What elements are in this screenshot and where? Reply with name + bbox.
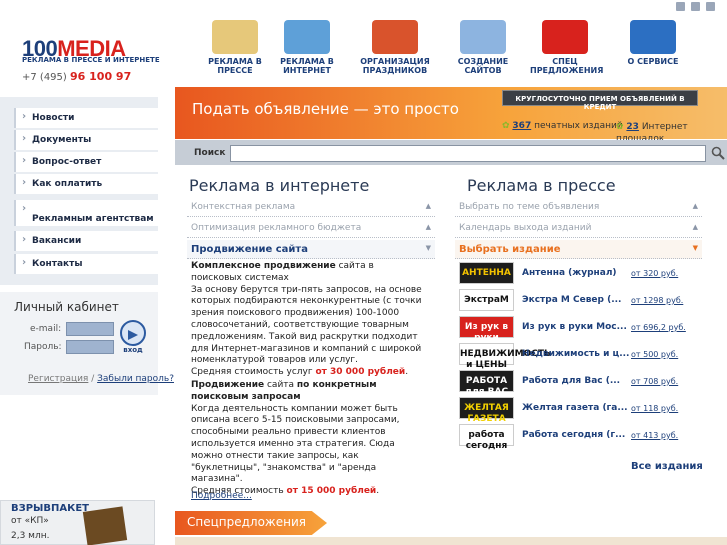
nav-item-5[interactable]: О СЕРВИСЕ xyxy=(618,20,688,66)
press-tab-2[interactable]: Выбрать издание xyxy=(455,240,702,259)
print-stat[interactable]: ✿ 367 печатных изданий xyxy=(502,121,623,131)
sidebar-item-0[interactable]: Новости xyxy=(14,108,158,128)
banner-title: ВЗРЫВПАКЕТ xyxy=(11,503,89,514)
promo-title: Подать объявление — это просто xyxy=(192,100,459,118)
publication-price[interactable]: от 413 руб. xyxy=(631,431,678,440)
nav-item-1[interactable]: РЕКЛАМА В ИНТЕРНЕТ xyxy=(272,20,342,75)
credit-button[interactable]: КРУГЛОСУТОЧНО ПРИЕМ ОБЪЯВЛЕНИЙ В КРЕДИТ xyxy=(502,90,698,111)
nav-item-3[interactable]: СОЗДАНИЕ САЙТОВ xyxy=(448,20,518,75)
search-label: Поиск xyxy=(194,148,226,158)
search-input[interactable] xyxy=(230,145,706,162)
publication-price[interactable]: от 1298 руб. xyxy=(631,296,683,305)
internet-text-2: Продвижение сайта по конкретным поисковы… xyxy=(191,380,400,497)
sidebar-item-2[interactable]: Вопрос-ответ xyxy=(14,152,158,172)
flower-icon: ✿ xyxy=(616,122,624,132)
home-icon[interactable] xyxy=(676,2,685,11)
info-icon xyxy=(630,20,676,54)
top-utility-icons xyxy=(676,2,715,11)
nav-item-0[interactable]: РЕКЛАМА В ПРЕССЕ xyxy=(200,20,270,75)
publication-name[interactable]: Недвижимость и ц... xyxy=(522,349,629,359)
nav-label: РЕКЛАМА В ПРЕССЕ xyxy=(208,57,262,75)
search-icon[interactable] xyxy=(711,146,725,160)
special-offers-strip xyxy=(175,537,727,545)
globe-icon xyxy=(284,20,330,54)
nav-label: РЕКЛАМА В ИНТЕРНЕТ xyxy=(280,57,334,75)
internet-text-1: Комплексное продвижение сайта в поисковы… xyxy=(191,261,422,378)
login-title: Личный кабинет xyxy=(14,300,119,314)
internet-tab-2[interactable]: Продвижение сайта xyxy=(187,240,435,259)
login-button[interactable]: вход xyxy=(119,320,147,356)
publication-name[interactable]: Экстра М Север (... xyxy=(522,295,621,305)
nav-label: СОЗДАНИЕ САЙТОВ xyxy=(457,57,509,75)
forgot-link[interactable]: Забыли пароль? xyxy=(97,374,174,384)
press-title: Реклама в прессе xyxy=(467,176,616,195)
sidebar-item-4[interactable]: Рекламным агентствам xyxy=(14,200,158,226)
password-label: Пароль: xyxy=(24,342,62,352)
internet-tab-1[interactable]: Оптимизация рекламного бюджета xyxy=(187,219,435,238)
email-field[interactable] xyxy=(66,322,114,336)
register-link[interactable]: Регистрация xyxy=(28,374,88,384)
press-tab-1[interactable]: Календарь выхода изданий xyxy=(455,219,702,238)
sidebar-item-1[interactable]: Документы xyxy=(14,130,158,150)
nav-item-4[interactable]: СПЕЦ ПРЕДЛОЖЕНИЯ xyxy=(530,20,604,75)
sidebar-item-3[interactable]: Как оплатить xyxy=(14,174,158,194)
publication-price[interactable]: от 500 руб. xyxy=(631,350,678,359)
sidebar-item-6[interactable]: Контакты xyxy=(14,254,158,274)
publication-logo[interactable]: РАБОТА для ВАС xyxy=(459,370,514,397)
publication-logo[interactable]: ЭкстраМ xyxy=(459,289,514,311)
sidebar-item-5[interactable]: Вакансии xyxy=(14,231,158,251)
gift-icon xyxy=(542,20,588,54)
nav-item-2[interactable]: ОРГАНИЗАЦИЯ ПРАЗДНИКОВ xyxy=(360,20,430,75)
publication-price[interactable]: от 320 руб. xyxy=(631,269,678,278)
all-publications-link[interactable]: Все издания xyxy=(631,461,703,472)
nav-label: СПЕЦ ПРЕДЛОЖЕНИЯ xyxy=(530,57,604,75)
enter-arrow-icon xyxy=(120,320,146,346)
ad-banner[interactable]: ВЗРЫВПАКЕТ от «КП» 2,3 млн. xyxy=(0,500,155,545)
banner-subtitle: от «КП» xyxy=(11,516,49,526)
publication-name[interactable]: Работа сегодня (г... xyxy=(522,430,625,440)
register-links: Регистрация / Забыли пароль? xyxy=(28,374,174,384)
publication-logo[interactable]: Из рук в руки xyxy=(459,316,514,343)
press-tab-0[interactable]: Выбрать по теме объявления xyxy=(455,198,702,217)
special-offers-tab[interactable]: Спецпредложения xyxy=(175,511,327,535)
password-field[interactable] xyxy=(66,340,114,354)
publication-logo[interactable]: работа сегодня xyxy=(459,424,514,451)
publication-price[interactable]: от 696,2 руб. xyxy=(631,323,686,332)
publication-name[interactable]: Антенна (журнал) xyxy=(522,268,617,278)
internet-tab-0[interactable]: Контекстная реклама xyxy=(187,198,435,217)
nav-label: О СЕРВИСЕ xyxy=(627,57,679,66)
sitemap-icon[interactable] xyxy=(706,2,715,11)
package-icon xyxy=(82,506,128,545)
page: 100MEDIA РЕКЛАМА В ПРЕССЕ И ИНТЕРНЕТЕ +7… xyxy=(0,0,727,545)
more-link[interactable]: Подробнее... xyxy=(191,491,252,501)
email-label: e-mail: xyxy=(30,324,62,334)
publication-name[interactable]: Из рук в руки Мос... xyxy=(522,322,627,332)
banner-count: 2,3 млн. xyxy=(11,531,50,541)
fireworks-icon xyxy=(372,20,418,54)
publication-name[interactable]: Работа для Вас (... xyxy=(522,376,620,386)
internet-title: Реклама в интернете xyxy=(189,176,370,195)
publication-logo[interactable]: АНТЕННА xyxy=(459,262,514,284)
mail-icon[interactable] xyxy=(691,2,700,11)
laptop-icon xyxy=(460,20,506,54)
phone: +7 (495) 96 100 97 xyxy=(22,70,132,83)
publication-price[interactable]: от 118 руб. xyxy=(631,404,678,413)
nav-label: ОРГАНИЗАЦИЯ ПРАЗДНИКОВ xyxy=(360,57,430,75)
flower-icon: ✿ xyxy=(502,121,510,131)
publication-logo[interactable]: НЕДВИЖИМОСТЬ и ЦЕНЫ xyxy=(459,343,551,370)
publication-price[interactable]: от 708 руб. xyxy=(631,377,678,386)
logo-subtitle: РЕКЛАМА В ПРЕССЕ И ИНТЕРНЕТЕ xyxy=(22,56,160,64)
publication-name[interactable]: Желтая газета (га... xyxy=(522,403,628,413)
publication-logo[interactable]: ЖЕЛТАЯ ГАЗЕТА xyxy=(459,397,514,424)
newspaper-icon xyxy=(212,20,258,54)
